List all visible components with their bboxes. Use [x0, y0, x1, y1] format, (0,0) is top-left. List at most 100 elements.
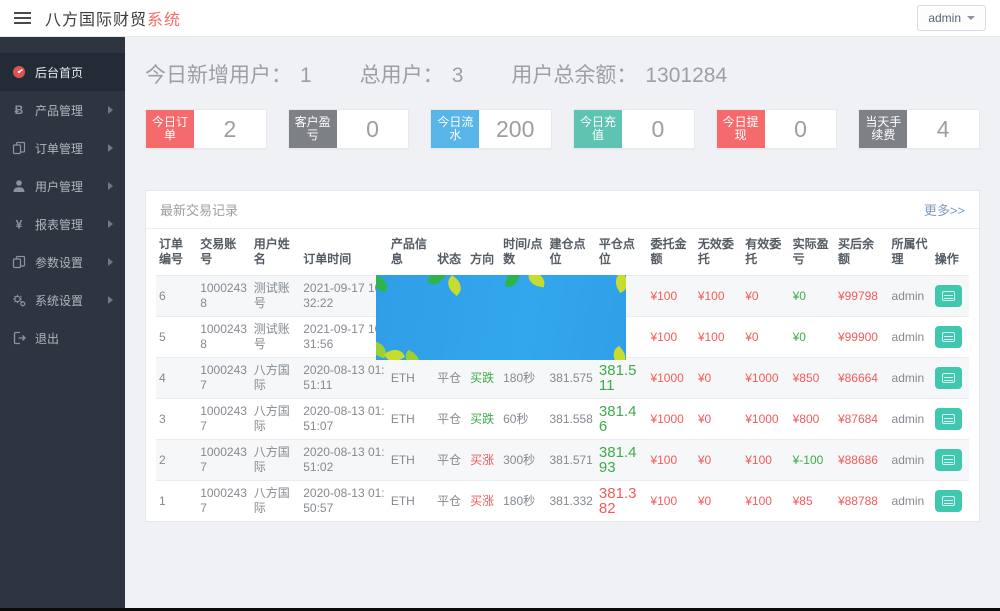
column-header: 方向 [470, 252, 495, 266]
table-cell: 381.46 [598, 403, 637, 435]
order-detail-button[interactable] [934, 326, 962, 348]
table-cell-actions [932, 358, 969, 399]
table-row: 4 10002437 八方国际 2020-08-13 01:51:11 ETH 平仓 买跌 1… [156, 357, 969, 399]
user-menu-button[interactable]: admin [917, 5, 986, 31]
table-cell: ¥0 [697, 411, 712, 426]
sidebar-item-2[interactable]: Ƀ 产品管理 [0, 91, 125, 129]
table-cell: 300秒 [503, 452, 536, 467]
table-cell: 平仓 [437, 452, 462, 467]
table-cell: 4 [159, 370, 166, 385]
topbar: 八方国际财贸系统 admin [0, 0, 1000, 37]
stat-card: 今日订单 2 [145, 109, 267, 149]
sidebar-item-label: 产品管理 [35, 103, 84, 118]
order-detail-button[interactable] [934, 449, 962, 471]
column-header: 订单编号 [159, 237, 184, 266]
table-cell: 测试账号 [253, 322, 290, 351]
order-detail-button[interactable] [934, 285, 962, 307]
table-cell: 买跌 [470, 370, 495, 385]
table-cell: 2020-08-13 01:51:11 [303, 363, 385, 392]
sidebar-item-5[interactable]: ¥ 报表管理 [0, 205, 125, 243]
table-row: 3 10002437 八方国际 2020-08-13 01:51:07 ETH 平仓 买跌 6… [156, 398, 969, 440]
orders-icon [12, 141, 26, 155]
summary-value: 1 [300, 64, 312, 87]
detail-card-icon [941, 291, 955, 301]
table-cell: admin [891, 452, 925, 467]
table-cell: ¥100 [650, 452, 678, 467]
table-cell: 381.575 [549, 370, 593, 385]
sidebar-item-8[interactable]: 退出 [0, 319, 125, 357]
sidebar-item-4[interactable]: 用户管理 [0, 167, 125, 205]
sidebar-item-6[interactable]: 参数设置 [0, 243, 125, 281]
table-cell: 买跌 [470, 411, 495, 426]
table-cell: 5 [159, 329, 166, 344]
stat-card-value: 2 [223, 115, 237, 142]
table-cell: 2021-09-17 10:32:22 [303, 281, 385, 310]
table-cell: 381.571 [549, 452, 593, 467]
table-cell: ¥100 [697, 288, 725, 303]
hamburger-menu-icon[interactable] [14, 11, 31, 25]
stat-card: 今日提现 0 [715, 109, 838, 149]
table-cell: ¥100 [650, 288, 678, 303]
stat-card-label: 客户盈亏 [288, 110, 337, 148]
detail-card-icon [941, 373, 955, 383]
detail-card-icon [941, 332, 955, 342]
order-detail-button[interactable] [934, 490, 962, 512]
stat-card-label: 今日订单 [146, 110, 194, 148]
panel-title: 最新交易记录 [160, 203, 239, 218]
sidebar-item-1[interactable]: 后台首页 [0, 53, 125, 91]
table-cell: ¥100 [745, 493, 772, 508]
user-menu-label: admin [928, 11, 961, 25]
stat-card-label: 当天手续费 [859, 110, 908, 148]
order-detail-button[interactable] [934, 408, 962, 430]
table-cell: ¥0 [697, 370, 712, 385]
table-cell: admin [891, 288, 925, 303]
table-cell: 八方国际 [253, 486, 290, 515]
detail-card-icon [941, 496, 955, 506]
stat-card-label: 今日提现 [716, 110, 765, 148]
column-header: 委托金额 [650, 237, 687, 266]
table-cell: 381.493 [598, 444, 637, 476]
table-cell: ¥88686 [837, 452, 878, 467]
table-cell: 买涨 [470, 452, 495, 467]
summary-label: 用户总余额： [511, 64, 638, 87]
stat-card: 今日充值 0 [573, 109, 695, 149]
more-link[interactable]: 更多>> [924, 200, 965, 219]
sidebar-item-label: 报表管理 [35, 217, 84, 232]
column-header: 实际盈亏 [792, 237, 829, 266]
chevron-right-icon [108, 220, 113, 228]
chevron-right-icon [108, 182, 113, 190]
sidebar-item-3[interactable]: 订单管理 [0, 129, 125, 167]
summary-segment: 用户总余额： 1301284 [511, 59, 727, 89]
table-cell: ¥85 [792, 493, 813, 508]
table-row: 2 10002437 八方国际 2020-08-13 01:51:02 ETH 平仓 买涨 3… [156, 439, 969, 481]
summary-segment: 总用户： 3 [360, 59, 464, 89]
table-cell: admin [891, 411, 925, 426]
sidebar-item-7[interactable]: 系统设置 [0, 281, 125, 319]
table-cell: 2020-08-13 01:51:02 [303, 445, 385, 474]
chevron-right-icon [108, 106, 113, 114]
user-icon [12, 179, 26, 193]
stat-card-value: 0 [794, 115, 807, 142]
app-title-accent: 系统 [147, 12, 182, 29]
admin-dashboard: 八方国际财贸系统 admin 后台首页 Ƀ 产品管理 订单管理 用户管理 ¥ 报表管理 参数设… [0, 0, 1000, 611]
stat-card-label: 今日流水 [431, 110, 480, 148]
table-cell: admin [891, 370, 925, 385]
table-cell: 381.382 [598, 485, 637, 517]
order-detail-button[interactable] [934, 367, 962, 389]
column-header: 交易账号 [200, 237, 237, 266]
table-cell-actions [932, 317, 969, 358]
table-cell: ¥-100 [792, 452, 824, 467]
table-cell: 2 [159, 452, 166, 467]
trades-table-wrap: 订单编号 交易账号 用户姓名 订单时间 产品信息 状态 方向 时间/点数 建仓点位 平仓点位 委托金… [146, 229, 979, 521]
column-header: 有效委托 [745, 237, 782, 266]
table-cell: 2021-09-17 10:31:56 [303, 322, 385, 351]
table-cell: ¥850 [792, 370, 820, 385]
table-cell: 180秒 [503, 493, 536, 508]
table-cell: ¥1000 [650, 370, 684, 385]
table-cell: 381.558 [549, 411, 593, 426]
column-header: 建仓点位 [549, 237, 586, 266]
params-icon [12, 255, 26, 269]
table-cell: ¥100 [745, 452, 772, 467]
column-header: 状态 [437, 252, 462, 266]
table-cell: ETH [390, 493, 415, 508]
